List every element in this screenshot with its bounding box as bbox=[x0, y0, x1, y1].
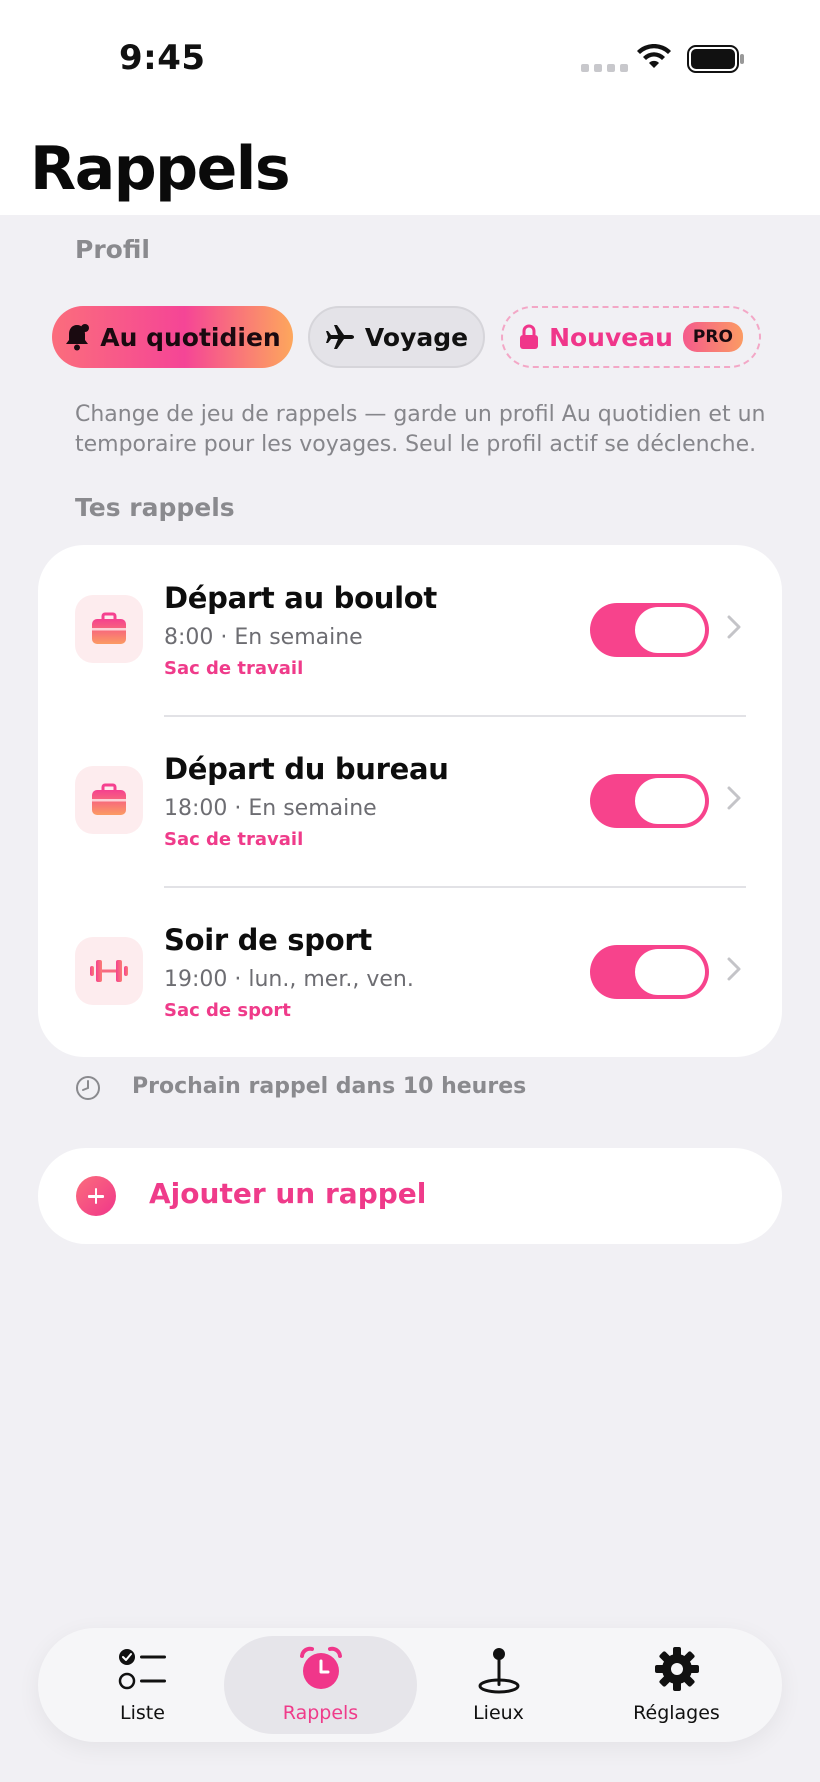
battery-icon bbox=[687, 45, 744, 73]
profile-chip-new[interactable]: Nouveau PRO bbox=[501, 306, 761, 368]
chevron-right-icon bbox=[727, 957, 741, 981]
title-bar: Rappels bbox=[0, 120, 820, 215]
reminder-toggle[interactable] bbox=[590, 603, 709, 657]
clock-icon bbox=[76, 1076, 100, 1100]
checklist-icon bbox=[118, 1649, 166, 1690]
briefcase-icon bbox=[75, 766, 143, 834]
reminder-row[interactable]: Départ du bureau 18:00 · En semaine Sac … bbox=[38, 716, 782, 887]
profile-chip-label: Voyage bbox=[364, 322, 469, 352]
briefcase-icon bbox=[75, 595, 143, 663]
tab-bar: Liste Rappels Lieux Réglages bbox=[38, 1628, 782, 1742]
pro-badge: PRO bbox=[682, 322, 743, 352]
reminder-title: Départ du bureau bbox=[164, 752, 449, 786]
reminder-row[interactable]: Départ au boulot 8:00 · En semaine Sac d… bbox=[38, 545, 782, 716]
reminder-bag: Sac de sport bbox=[164, 1000, 291, 1021]
airplane-icon bbox=[325, 325, 354, 349]
reminder-toggle[interactable] bbox=[590, 774, 709, 828]
reminder-schedule: 18:00 · En semaine bbox=[164, 796, 377, 821]
wifi-icon bbox=[637, 44, 671, 68]
tab-label: Lieux bbox=[473, 1702, 524, 1724]
next-reminder-info: Prochain rappel dans 10 heures bbox=[75, 1074, 526, 1101]
next-reminder-text: Prochain rappel dans 10 heures bbox=[132, 1074, 527, 1099]
reminder-toggle[interactable] bbox=[590, 945, 709, 999]
reminder-schedule: 19:00 · lun., mer., ven. bbox=[164, 967, 414, 992]
profile-section-label: Profil bbox=[75, 235, 150, 264]
page-title: Rappels bbox=[30, 134, 291, 204]
reminder-bag: Sac de travail bbox=[164, 829, 304, 850]
chevron-right-icon bbox=[727, 786, 741, 810]
profile-chip-daily[interactable]: Au quotidien bbox=[52, 306, 293, 368]
tab-label: Réglages bbox=[633, 1702, 720, 1724]
reminder-bag: Sac de travail bbox=[164, 658, 304, 679]
tab-rappels[interactable]: Rappels bbox=[224, 1636, 417, 1734]
tab-lieux[interactable]: Lieux bbox=[402, 1636, 595, 1734]
gear-icon bbox=[654, 1647, 699, 1691]
bell-icon bbox=[66, 324, 90, 351]
profile-chip-label: Au quotidien bbox=[100, 322, 281, 352]
chevron-right-icon bbox=[727, 615, 741, 639]
reminders-section-label: Tes rappels bbox=[75, 493, 235, 522]
tab-reglages[interactable]: Réglages bbox=[580, 1636, 773, 1734]
profile-chip-label: Nouveau bbox=[549, 322, 673, 352]
alarm-clock-icon bbox=[299, 1646, 342, 1689]
status-bar: 9:45 bbox=[0, 0, 820, 120]
tab-label: Liste bbox=[120, 1702, 165, 1724]
reminder-schedule: 8:00 · En semaine bbox=[164, 625, 363, 650]
reminder-row[interactable]: Soir de sport 19:00 · lun., mer., ven. S… bbox=[38, 887, 782, 1058]
tab-liste[interactable]: Liste bbox=[46, 1636, 239, 1734]
dumbbell-icon bbox=[75, 937, 143, 1005]
tab-label: Rappels bbox=[282, 1702, 359, 1724]
map-pin-icon bbox=[478, 1648, 519, 1694]
add-reminder-label: Ajouter un rappel bbox=[149, 1177, 427, 1210]
status-time: 9:45 bbox=[119, 38, 206, 78]
add-reminder-button[interactable]: Ajouter un rappel bbox=[38, 1148, 782, 1244]
cellular-signal-icon bbox=[581, 64, 628, 72]
profile-description: Change de jeu de rappels — garde un prof… bbox=[75, 402, 766, 457]
profile-chip-travel[interactable]: Voyage bbox=[308, 306, 485, 368]
reminders-card: Départ au boulot 8:00 · En semaine Sac d… bbox=[38, 545, 782, 1057]
plus-icon bbox=[76, 1176, 116, 1216]
reminder-title: Départ au boulot bbox=[164, 581, 437, 615]
reminder-title: Soir de sport bbox=[164, 923, 372, 957]
lock-icon bbox=[520, 324, 539, 349]
